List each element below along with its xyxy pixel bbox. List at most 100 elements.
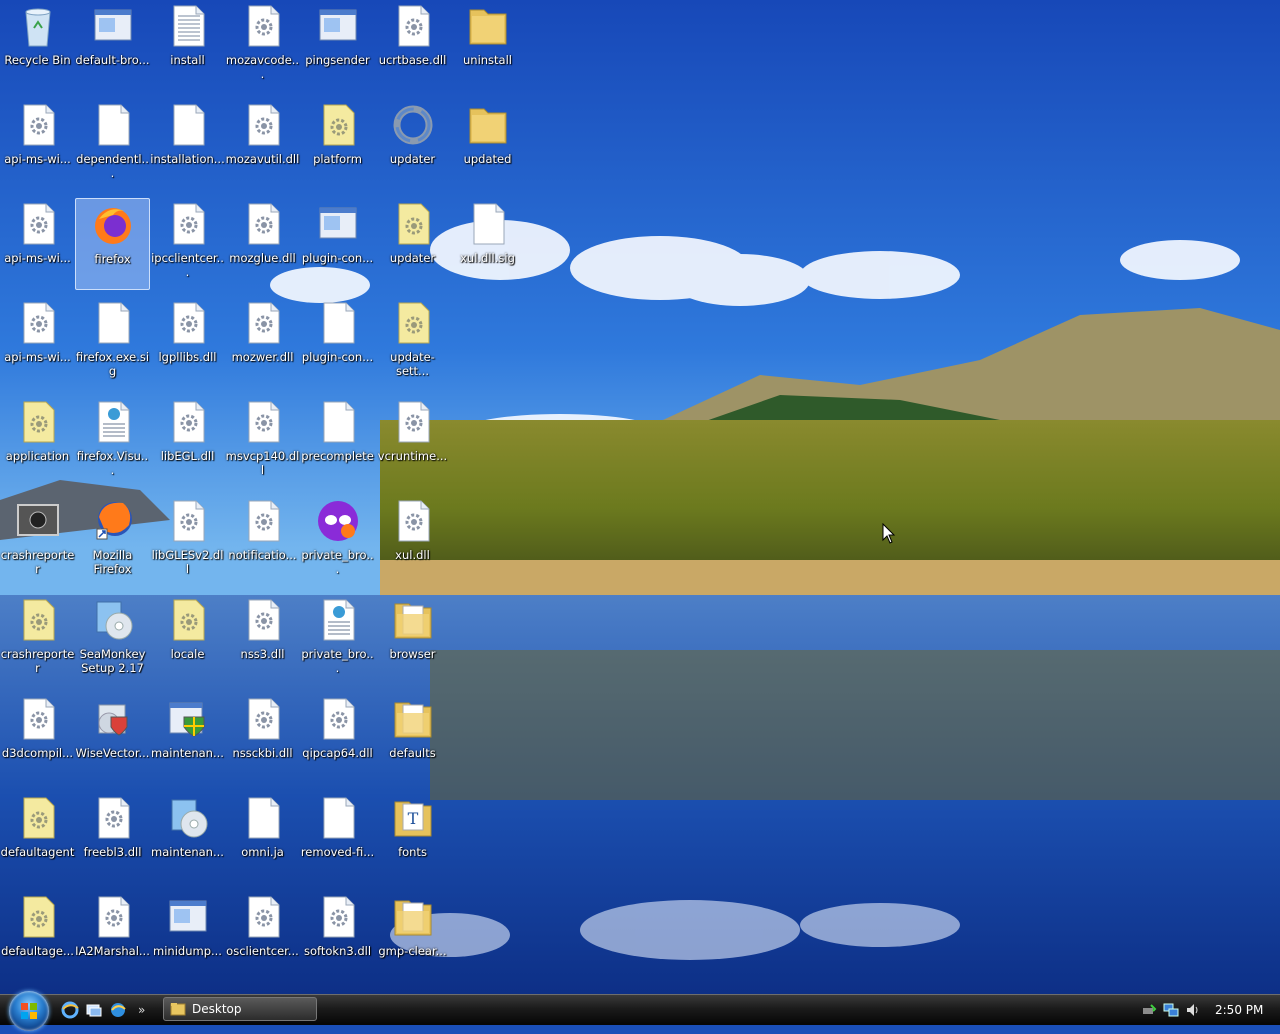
dll-file-icon — [248, 401, 279, 443]
desktop-icon[interactable]: update-sett... — [375, 297, 450, 389]
volume-icon[interactable] — [1185, 1002, 1201, 1018]
desktop-icon[interactable]: private_bro... — [300, 594, 375, 686]
ie-icon[interactable] — [60, 1000, 80, 1020]
desktop-icon[interactable]: mozavutil.dll — [225, 99, 300, 191]
desktop-icon[interactable]: nssckbi.dll — [225, 693, 300, 785]
desktop-icon[interactable]: api-ms-wi... — [0, 99, 75, 191]
desktop-icon[interactable]: SeaMonkey Setup 2.17 — [75, 594, 150, 686]
desktop-icon[interactable]: Tfonts — [375, 792, 450, 884]
taskbar-button-label: Desktop — [192, 1002, 242, 1016]
desktop-icon-label: mozglue.dll — [229, 251, 296, 265]
desktop-icon[interactable]: qipcap64.dll — [300, 693, 375, 785]
safely-remove-hardware-icon[interactable] — [1141, 1002, 1157, 1018]
desktop-icon[interactable]: Mozilla Firefox — [75, 495, 150, 587]
desktop-icon[interactable]: softokn3.dll — [300, 891, 375, 983]
desktop-icon[interactable]: xul.dll.sig — [450, 198, 525, 290]
desktop-icon[interactable]: defaults — [375, 693, 450, 785]
desktop-icon-label: defaultagent — [0, 845, 75, 859]
desktop-icon[interactable]: application — [0, 396, 75, 488]
desktop-icon-label: WiseVector... — [75, 746, 150, 760]
desktop-icon[interactable]: libEGL.dll — [150, 396, 225, 488]
quick-launch-bar: » — [60, 999, 145, 1021]
desktop-icon[interactable]: pingsender — [300, 0, 375, 92]
desktop-icon[interactable]: locale — [150, 594, 225, 686]
desktop-icon[interactable]: d3dcompil... — [0, 693, 75, 785]
dll-file-icon — [23, 104, 54, 146]
desktop-icon-label: crashreporter — [0, 548, 75, 576]
desktop-icon-label: nss3.dll — [240, 647, 285, 661]
blank-file-icon — [98, 302, 129, 344]
settings-file-icon — [23, 401, 54, 443]
desktop-icon[interactable]: firefox.exe.sig — [75, 297, 150, 389]
desktop-icon[interactable]: precomplete — [300, 396, 375, 488]
desktop-icon[interactable]: ipcclientcer... — [150, 198, 225, 290]
windows-start-orb-icon[interactable] — [9, 991, 49, 1031]
desktop-icon[interactable]: mozglue.dll — [225, 198, 300, 290]
taskbar-button-desktop[interactable]: Desktop — [163, 997, 317, 1021]
desktop-icon[interactable]: dependentl... — [75, 99, 150, 191]
desktop-icon[interactable]: osclientcer... — [225, 891, 300, 983]
dll-file-icon — [248, 5, 279, 47]
desktop-icon[interactable]: vcruntime... — [375, 396, 450, 488]
desktop-icon[interactable]: libGLESv2.dll — [150, 495, 225, 587]
desktop-icon[interactable]: maintenan... — [150, 693, 225, 785]
desktop-icon-label: msvcp140.dll — [225, 449, 300, 477]
desktop-icon[interactable]: installation... — [150, 99, 225, 191]
dll-file-icon — [323, 698, 354, 740]
desktop-icon-label: notificatio... — [228, 548, 297, 562]
desktop-icon[interactable]: removed-fi... — [300, 792, 375, 884]
desktop-icon[interactable]: notificatio... — [225, 495, 300, 587]
desktop-icon[interactable]: gmp-clear... — [375, 891, 450, 983]
desktop-icon[interactable]: install — [150, 0, 225, 92]
desktop-icon[interactable]: api-ms-wi... — [0, 297, 75, 389]
switch-windows-icon[interactable] — [108, 1000, 128, 1020]
desktop-icon[interactable]: xul.dll — [375, 495, 450, 587]
folder-icon — [469, 108, 506, 144]
dll-file-icon — [248, 104, 279, 146]
desktop-icon[interactable]: msvcp140.dll — [225, 396, 300, 488]
desktop-icon[interactable]: WiseVector... — [75, 693, 150, 785]
desktop-icon[interactable]: updater — [375, 198, 450, 290]
desktop-icon[interactable]: Recycle Bin — [0, 0, 75, 92]
desktop-icon-label: locale — [170, 647, 205, 661]
setup-disc-icon — [96, 601, 132, 640]
desktop-icon[interactable]: updater — [375, 99, 450, 191]
network-icon[interactable] — [1163, 1002, 1179, 1018]
desktop-icon[interactable]: nss3.dll — [225, 594, 300, 686]
desktop-icon[interactable]: browser — [375, 594, 450, 686]
desktop-icon[interactable]: firefox.Visu... — [75, 396, 150, 488]
desktop-icon[interactable]: IA2Marshal... — [75, 891, 150, 983]
desktop-icon[interactable]: firefox — [75, 198, 150, 290]
desktop-icon[interactable]: omni.ja — [225, 792, 300, 884]
dll-file-icon — [323, 896, 354, 938]
show-desktop-icon[interactable] — [84, 1000, 104, 1020]
desktop-icon[interactable]: mozwer.dll — [225, 297, 300, 389]
maintenance-service-icon — [169, 702, 204, 737]
desktop-icon[interactable]: plugin-con... — [300, 198, 375, 290]
desktop-icon[interactable]: minidump... — [150, 891, 225, 983]
desktop-icon[interactable]: default-bro... — [75, 0, 150, 92]
manifest-file-icon — [98, 401, 129, 443]
dll-file-icon — [398, 401, 429, 443]
desktop-icon[interactable]: crashreporter — [0, 594, 75, 686]
quick-launch-more-button[interactable]: » — [138, 1003, 145, 1017]
desktop-icon[interactable]: mozavcode... — [225, 0, 300, 92]
clock[interactable]: 2:50 PM — [1215, 1003, 1263, 1017]
desktop-icon[interactable]: defaultagent — [0, 792, 75, 884]
desktop-icon[interactable]: freebl3.dll — [75, 792, 150, 884]
desktop-icon[interactable]: ucrtbase.dll — [375, 0, 450, 92]
desktop-icon[interactable]: private_bro... — [300, 495, 375, 587]
desktop-icon[interactable]: defaultage... — [0, 891, 75, 983]
desktop-icon[interactable]: maintenan... — [150, 792, 225, 884]
desktop-icon[interactable]: plugin-con... — [300, 297, 375, 389]
desktop-icon[interactable]: updated — [450, 99, 525, 191]
desktop-icon[interactable]: api-ms-wi... — [0, 198, 75, 290]
desktop-icon[interactable]: platform — [300, 99, 375, 191]
desktop-icon[interactable]: uninstall — [450, 0, 525, 92]
desktop-icon[interactable]: crashreporter — [0, 495, 75, 587]
desktop-icon[interactable]: lgpllibs.dll — [150, 297, 225, 389]
settings-file-icon — [323, 104, 354, 146]
dll-file-icon — [248, 302, 279, 344]
private-browsing-icon — [317, 501, 358, 541]
desktop-icon-label: updater — [389, 152, 436, 166]
